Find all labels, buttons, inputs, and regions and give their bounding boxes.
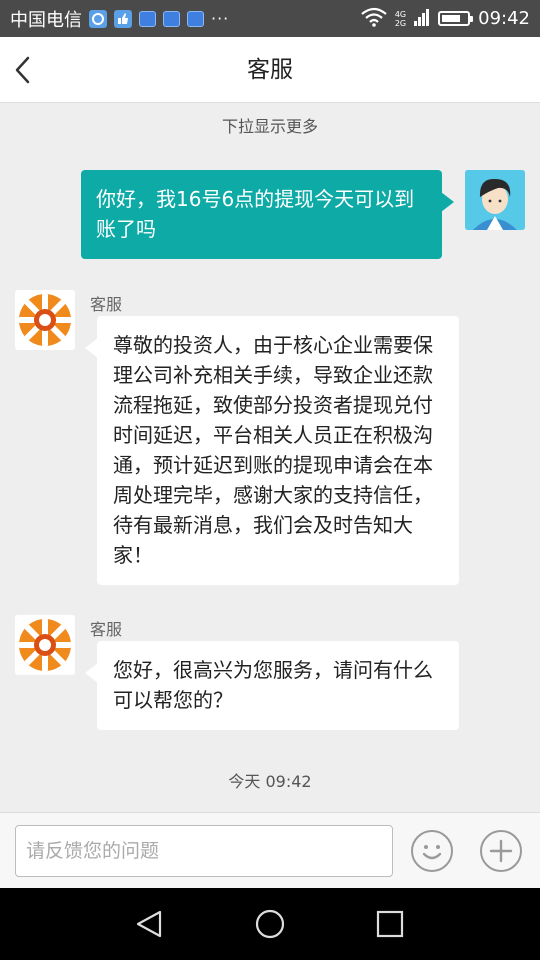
service-avatar[interactable]	[15, 615, 75, 675]
smiley-icon	[422, 845, 442, 860]
system-navigation-bar	[0, 888, 540, 960]
network-type-4g: 4G	[394, 9, 407, 19]
cloud-notification-icon	[89, 9, 107, 28]
input-bar	[0, 812, 540, 888]
triangle-back-icon	[136, 910, 162, 938]
plus-icon	[489, 839, 513, 863]
wifi-icon	[361, 7, 387, 31]
circle-home-icon	[255, 909, 285, 939]
news-notification-icon	[139, 10, 156, 27]
message-text: 您好，很高兴为您服务，请问有什么可以帮您的？	[113, 658, 433, 712]
incoming-message-bubble[interactable]: 您好，很高兴为您服务，请问有什么可以帮您的？	[85, 641, 459, 730]
page-title: 客服	[247, 57, 293, 83]
title-bar: 客服	[0, 37, 540, 103]
status-bar: 中国电信 ··· 4G 2G 09:42	[0, 0, 540, 37]
sun-logo-icon	[15, 615, 75, 675]
feedback-input[interactable]	[15, 825, 393, 877]
emoji-button[interactable]	[411, 830, 453, 872]
sender-name: 客服	[90, 295, 123, 314]
message-text: 尊敬的投资人，由于核心企业需要保理公司补充相关手续，导致企业还款流程拖延，致使部…	[113, 333, 433, 567]
battery-icon	[438, 11, 474, 26]
outgoing-message-bubble[interactable]: 你好，我16号6点的提现今天可以到账了吗	[81, 170, 454, 259]
load-more-hint[interactable]: 下拉显示更多	[0, 113, 540, 137]
incoming-message-bubble[interactable]: 尊敬的投资人，由于核心企业需要保理公司补充相关手续，导致企业还款流程拖延，致使部…	[85, 316, 459, 585]
thumbs-up-notification-icon	[114, 9, 132, 28]
more-options-button[interactable]	[480, 830, 522, 872]
nav-recent-apps-button[interactable]	[372, 906, 408, 942]
clock: 09:42	[478, 8, 530, 29]
sun-logo-icon	[15, 290, 75, 350]
battery-level	[442, 15, 461, 22]
news-notification-icon	[187, 10, 204, 27]
status-left: 中国电信 ···	[10, 0, 229, 37]
nav-back-button[interactable]	[132, 906, 168, 942]
status-right: 4G 2G 09:42	[361, 0, 530, 37]
square-recent-icon	[376, 910, 404, 938]
news-notification-icon	[163, 10, 180, 27]
more-notifications-indicator: ···	[211, 9, 230, 28]
message-text: 你好，我16号6点的提现今天可以到账了吗	[96, 187, 415, 241]
service-avatar[interactable]	[15, 290, 75, 350]
network-type: 4G 2G	[395, 10, 406, 28]
signal-icon	[414, 8, 430, 30]
user-avatar[interactable]	[465, 170, 525, 230]
message-timestamp: 今天 09:42	[228, 772, 312, 791]
sender-name: 客服	[90, 620, 123, 639]
network-type-2g: 2G	[394, 18, 407, 28]
carrier-name: 中国电信	[10, 9, 82, 31]
nav-home-button[interactable]	[252, 906, 288, 942]
